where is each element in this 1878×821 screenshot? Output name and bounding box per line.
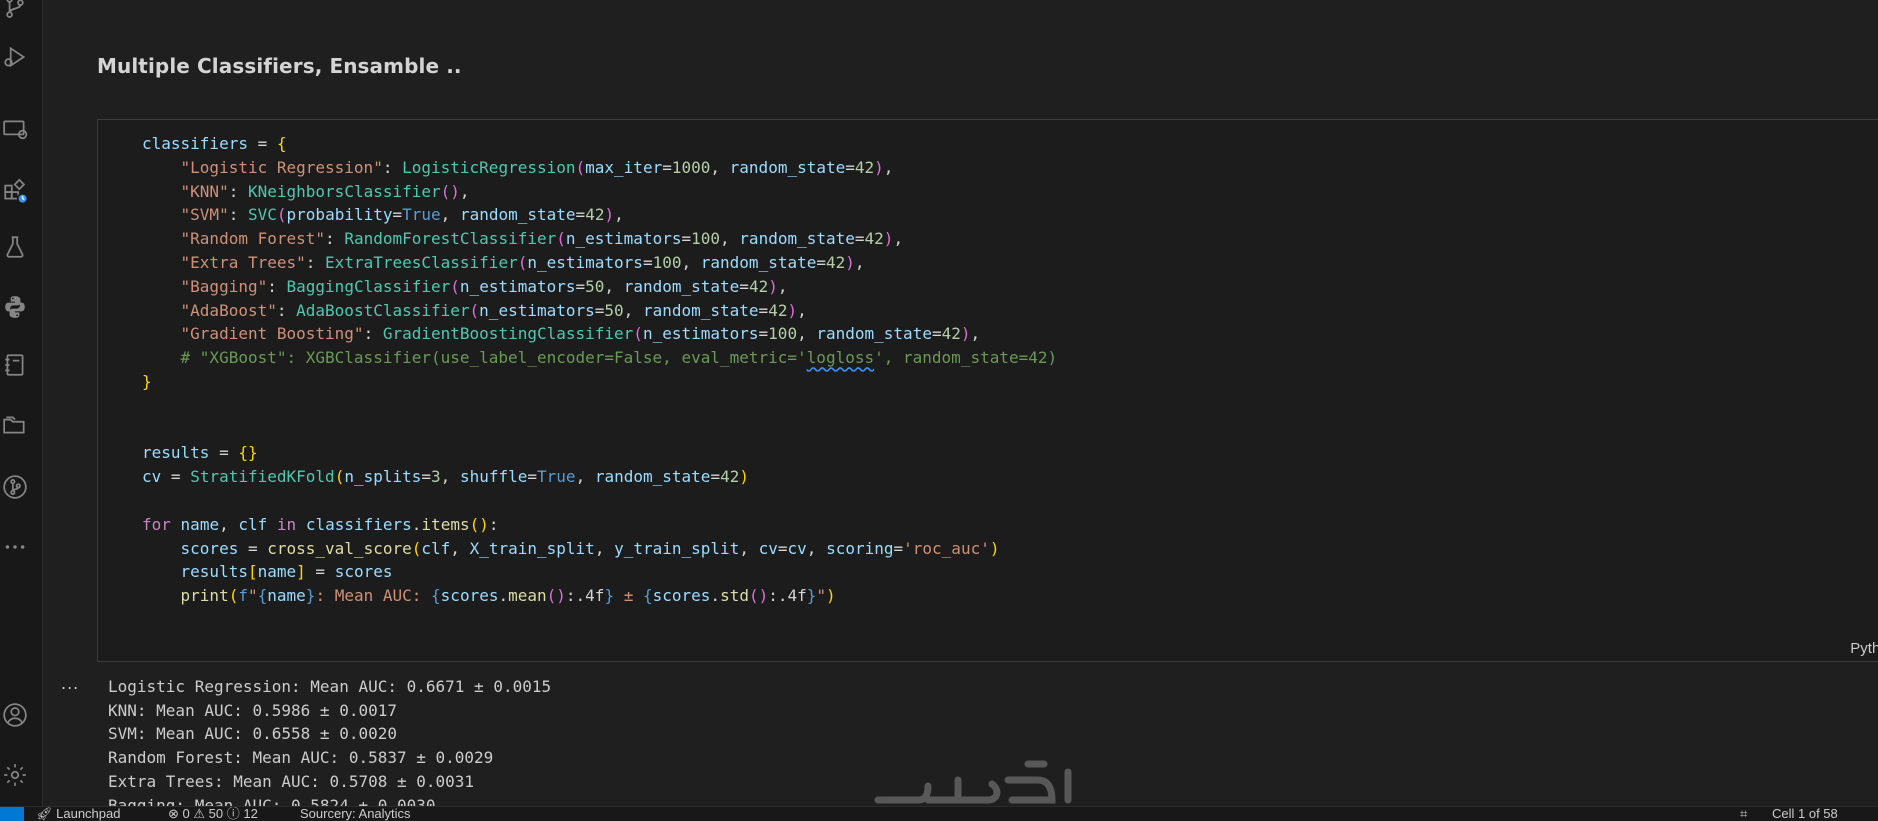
output-line: Random Forest: Mean AUC: 0.5837 ± 0.0029 [108,748,494,768]
cell-output: Logistic Regression: Mean AUC: 0.6671 ± … [108,675,551,806]
copilot-icon[interactable]: ⌗ [1740,807,1747,821]
settings-gear-icon[interactable] [0,758,30,792]
error-icon: ⊗ [168,806,179,821]
cell-language-label[interactable]: Python [1850,640,1878,657]
testing-icon[interactable] [0,230,30,264]
launchpad-status-item[interactable]: 🚀︎ Launchpad [36,806,120,821]
warning-icon: ⚠ [193,806,206,821]
code-cell[interactable]: classifiers = { "Logistic Regression": L… [97,119,1878,662]
more-icon[interactable] [0,530,30,564]
info-icon: ⓘ [226,806,240,821]
code-editor[interactable]: classifiers = { "Logistic Regression": L… [142,132,1057,608]
markdown-heading: Multiple Classifiers, Ensamble .. [97,54,462,78]
output-line: Extra Trees: Mean AUC: 0.5708 ± 0.0031 [108,771,475,791]
output-line: KNN: Mean AUC: 0.5986 ± 0.0017 [108,700,397,720]
extensions-icon[interactable] [0,174,30,208]
output-more-actions-button[interactable]: ... [61,674,79,693]
account-icon[interactable] [0,698,30,732]
status-bar: 🚀︎ Launchpad ⊗ 0 ⚠ 50 ⓘ 12 Sourcery: Ana… [0,806,1878,821]
remote-explorer-icon[interactable] [0,112,30,146]
git-graph-icon[interactable] [0,470,30,504]
sourcery-status-item[interactable]: Sourcery: Analytics [300,807,411,821]
python-icon[interactable] [0,290,30,324]
notebook-icon[interactable] [0,348,30,382]
run-debug-icon[interactable] [0,40,30,74]
activity-bar [0,0,42,806]
folder-icon[interactable] [0,408,30,442]
remote-indicator-button[interactable] [0,807,24,821]
watermark-logo [874,760,1072,804]
output-line: Bagging: Mean AUC: 0.5824 ± 0.0030 [108,795,436,806]
cell-position-status-item[interactable]: Cell 1 of 58 [1772,807,1838,821]
rocket-icon: 🚀︎ [36,806,53,821]
output-line: Logistic Regression: Mean AUC: 0.6671 ± … [108,677,552,696]
vscode-window: Multiple Classifiers, Ensamble .. classi… [0,0,1878,821]
notebook-editor: Multiple Classifiers, Ensamble .. classi… [43,0,1878,806]
output-line: SVM: Mean AUC: 0.6558 ± 0.0020 [108,724,397,744]
source-control-icon[interactable] [0,0,30,24]
problems-status-item[interactable]: ⊗ 0 ⚠ 50 ⓘ 12 [168,806,258,821]
